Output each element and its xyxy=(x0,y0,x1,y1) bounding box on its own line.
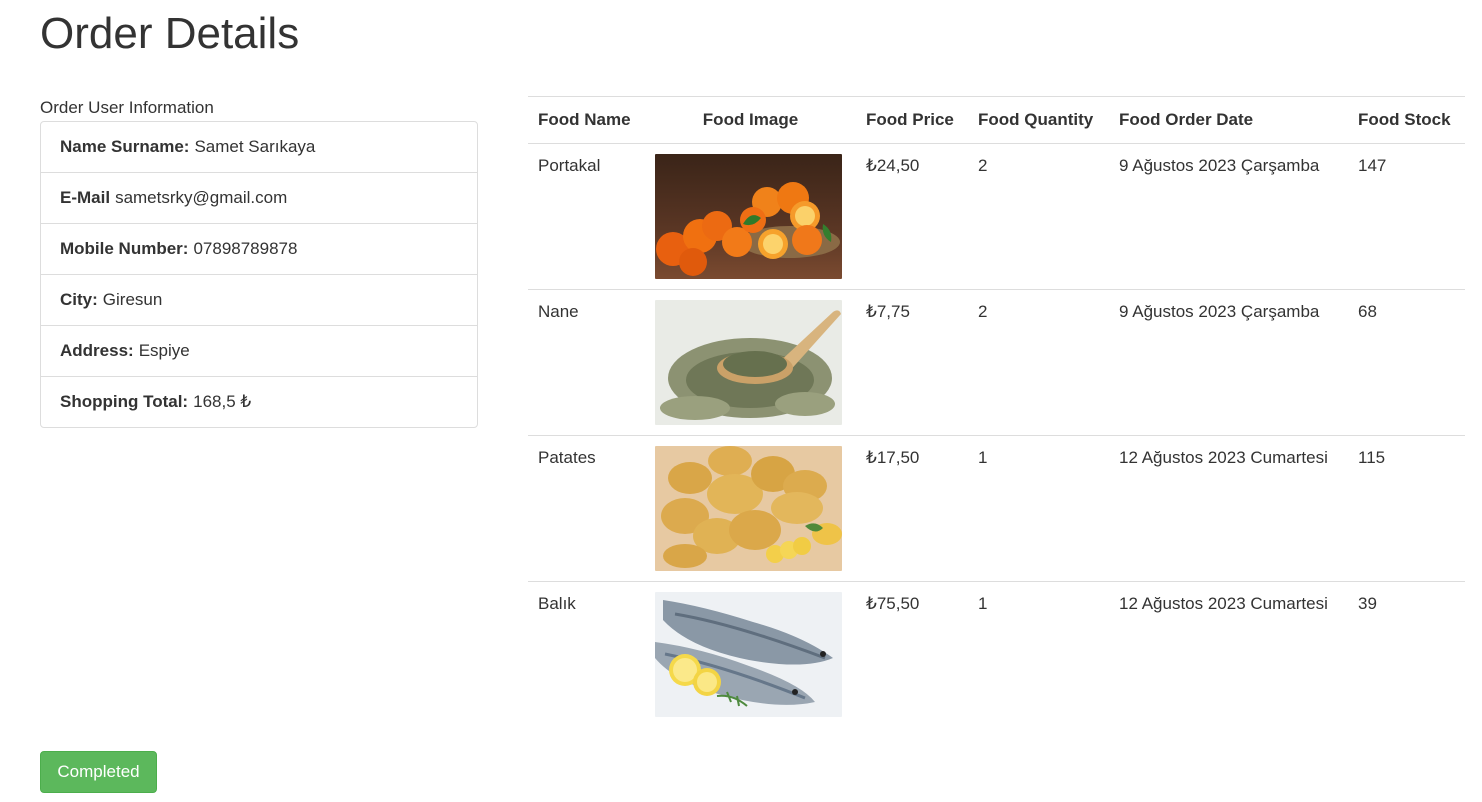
column-header-food-name: Food Name xyxy=(528,96,645,144)
order-items-table: Food Name Food Image Food Price Food Qua… xyxy=(528,96,1465,728)
table-row: Nane ₺7,75 2 9 Ağustos 2023 Çarşamba 68 xyxy=(528,289,1465,436)
field-label: E-Mail xyxy=(60,188,111,207)
food-image-cell xyxy=(645,435,856,582)
food-stock-cell: 147 xyxy=(1358,156,1387,175)
column-header-food-stock: Food Stock xyxy=(1348,96,1465,144)
user-field-total: Shopping Total: 168,5 ₺ xyxy=(41,376,477,427)
food-stock-cell: 68 xyxy=(1348,289,1465,436)
oranges-image xyxy=(655,154,842,279)
food-order-date-cell: 9 Ağustos 2023 Çarşamba xyxy=(1119,156,1320,175)
fish-image xyxy=(655,592,842,717)
food-stock-cell: 115 xyxy=(1348,435,1465,582)
user-field-address: Address: Espiye xyxy=(41,325,477,376)
table-row: Portakal ₺24,50 2 9 Ağustos 2023 Çarşamb… xyxy=(528,144,1465,290)
food-price-cell: ₺7,75 xyxy=(856,289,968,436)
table-row: Balık ₺75,50 1 12 Ağustos 2023 Cumartesi… xyxy=(528,581,1465,728)
food-name-cell: Patates xyxy=(528,435,645,582)
food-image-cell xyxy=(645,581,856,728)
field-label: Shopping Total: xyxy=(60,392,189,411)
food-order-date-cell: 9 Ağustos 2023 Çarşamba xyxy=(1109,289,1348,436)
table-header-row: Food Name Food Image Food Price Food Qua… xyxy=(528,96,1465,144)
potatoes-image xyxy=(655,446,842,571)
food-quantity-cell: 1 xyxy=(968,435,1109,582)
user-field-mobile: Mobile Number: 07898789878 xyxy=(41,223,477,274)
completed-button[interactable]: Completed xyxy=(40,751,157,793)
user-field-email: E-Mail sametsrky@gmail.com xyxy=(41,172,477,223)
field-label: Name Surname: xyxy=(60,137,190,156)
user-info-heading: Order User Information xyxy=(40,98,214,117)
user-field-city: City: Giresun xyxy=(41,274,477,325)
food-price-cell: ₺24,50 xyxy=(866,156,920,175)
dried-mint-image xyxy=(655,300,842,425)
column-header-food-quantity: Food Quantity xyxy=(968,96,1109,144)
field-value: sametsrky@gmail.com xyxy=(115,188,288,207)
food-price-cell: ₺75,50 xyxy=(856,581,968,728)
field-value: Espiye xyxy=(138,341,190,360)
field-value: 168,5 ₺ xyxy=(193,392,252,411)
user-info-list: Name Surname: Samet Sarıkaya E-Mail samets… xyxy=(40,121,478,428)
user-field-name: Name Surname: Samet Sarıkaya xyxy=(41,122,477,172)
field-label: Mobile Number: xyxy=(60,239,189,258)
food-quantity-cell: 2 xyxy=(968,289,1109,436)
food-name-cell: Portakal xyxy=(538,156,601,175)
field-label: Address: xyxy=(60,341,134,360)
food-order-date-cell: 12 Ağustos 2023 Cumartesi xyxy=(1109,435,1348,582)
field-value: 07898789878 xyxy=(193,239,298,258)
field-value: Giresun xyxy=(102,290,163,309)
food-price-cell: ₺17,50 xyxy=(856,435,968,582)
food-image-cell xyxy=(645,289,856,436)
field-label: City: xyxy=(60,290,98,309)
field-value: Samet Sarıkaya xyxy=(194,137,316,156)
food-stock-cell: 39 xyxy=(1348,581,1465,728)
column-header-food-order-date: Food Order Date xyxy=(1109,96,1348,144)
food-quantity-cell: 1 xyxy=(968,581,1109,728)
column-header-food-image: Food Image xyxy=(645,96,856,144)
food-name-cell: Balık xyxy=(528,581,645,728)
food-image-cell xyxy=(645,144,856,290)
food-name-cell: Nane xyxy=(528,289,645,436)
food-quantity-cell: 2 xyxy=(978,156,988,175)
food-order-date-cell: 12 Ağustos 2023 Cumartesi xyxy=(1109,581,1348,728)
page-title: Order Details xyxy=(40,9,300,58)
table-row: Patates ₺17,50 1 12 Ağustos 2023 Cumarte… xyxy=(528,435,1465,582)
column-header-food-price: Food Price xyxy=(856,96,968,144)
